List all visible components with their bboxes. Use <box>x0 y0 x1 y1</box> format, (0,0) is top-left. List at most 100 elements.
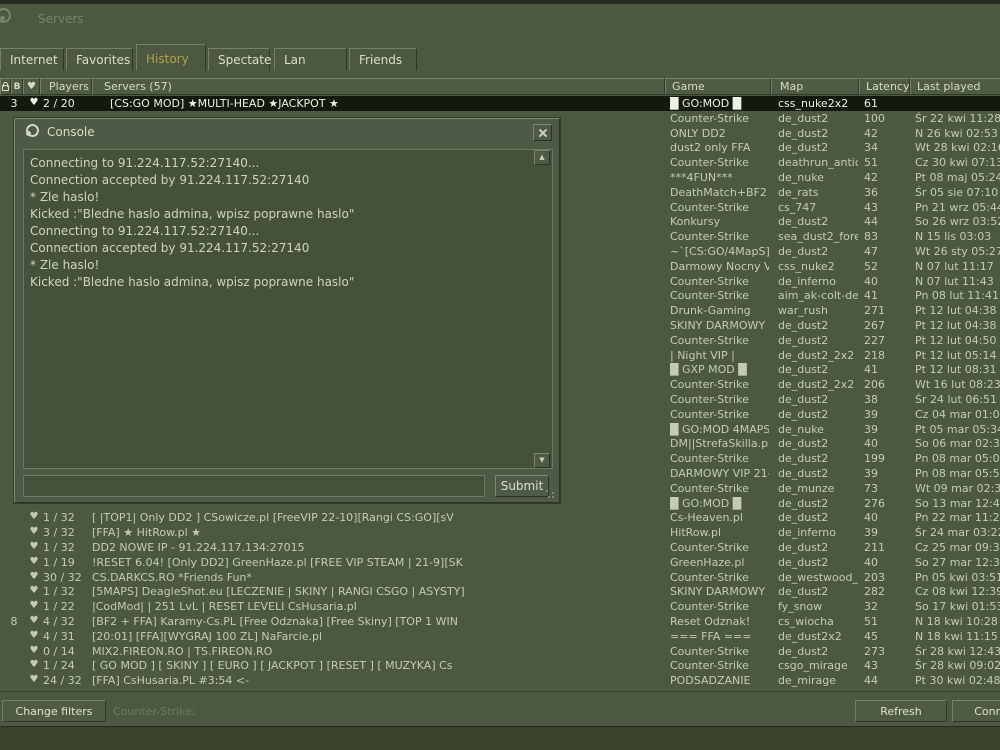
server-row[interactable]: ♥ 1 / 32 DD2 NOWE IP - 91.224.117.134:27… <box>0 540 1000 555</box>
bot-icon: B <box>14 82 21 92</box>
tab[interactable]: Favorites <box>66 48 133 71</box>
game-name: Counter-Strike <box>670 275 769 288</box>
column-game[interactable]: Game <box>665 78 771 95</box>
map-name: war_rush <box>778 304 858 317</box>
server-row[interactable]: 3 ♥ 2 / 20 [CS:GO MOD] ★MULTI-HEAD ★JACK… <box>0 96 1000 111</box>
map-name: de_dust2 <box>778 497 858 510</box>
player-count: 1 / 22 <box>43 600 91 613</box>
scroll-up-icon[interactable]: ▲ <box>534 150 550 165</box>
tab[interactable]: History <box>136 44 206 71</box>
game-name: SKINY DARMOWY VIP <box>670 319 769 332</box>
scroll-down-icon[interactable]: ▼ <box>534 453 550 468</box>
last-played-value: N 15 lis 03:03 <box>915 230 1000 243</box>
server-name: CS.DARKCS.RO *Friends Fun* <box>92 571 664 584</box>
map-name: de_inferno <box>778 275 858 288</box>
column-bots[interactable]: B <box>11 78 23 95</box>
last-played-value: Śr 28 kwi 09:02 <box>915 659 1000 672</box>
column-latency[interactable]: Latency <box>859 78 910 95</box>
game-name: ~`[CS:GO/4MapS]`~ <box>670 245 769 258</box>
console-scrollbar[interactable]: ▲ ▼ <box>534 150 550 468</box>
shield-icon: ♥ <box>26 600 42 611</box>
shield-icon: ♥ <box>26 645 42 656</box>
last-played-value: Pn 21 wrz 05:44 <box>915 201 1000 214</box>
game-name: dust2 only FFA <box>670 141 769 154</box>
last-played-value: So 26 wrz 03:52 <box>915 215 1000 228</box>
console-input[interactable] <box>23 475 485 497</box>
map-name: de_munze <box>778 482 858 495</box>
titlebar[interactable]: Servers <box>0 4 1000 40</box>
latency-value: 267 <box>864 319 908 332</box>
column-players[interactable]: Players <box>40 78 92 95</box>
console-line: * Zle haslo! <box>30 189 528 206</box>
map-name: de_inferno <box>778 526 858 539</box>
last-played-value: N 07 lut 11:17 <box>915 260 1000 273</box>
server-row[interactable]: ♥ 0 / 14 MIX2.FIREON.RO | TS.FIREON.RO C… <box>0 644 1000 659</box>
game-name: ***4FUN*** <box>670 171 769 184</box>
map-name: de_dust2 <box>778 363 858 376</box>
map-name: cs_747 <box>778 201 858 214</box>
tab[interactable]: Friends <box>349 48 417 71</box>
map-name: de_dust2 <box>778 541 858 554</box>
console-titlebar[interactable]: Console <box>15 119 559 145</box>
game-name: === FFA === <box>670 630 769 643</box>
last-played-value: Śr 24 mar 03:22 <box>915 526 1000 539</box>
resize-grip[interactable] <box>546 490 555 499</box>
map-name: de_dust2 <box>778 127 858 140</box>
column-secure[interactable]: ♥ <box>23 78 40 95</box>
latency-value: 199 <box>864 452 908 465</box>
tab[interactable]: Lan <box>274 48 347 71</box>
column-lock[interactable] <box>0 78 11 95</box>
server-row[interactable]: ♥ 30 / 32 CS.DARKCS.RO *Friends Fun* Cou… <box>0 570 1000 585</box>
last-played-value: So 13 mar 12:43 <box>915 497 1000 510</box>
column-servers[interactable]: Servers (57) <box>92 78 665 95</box>
game-name: Counter-Strike <box>670 378 769 391</box>
tab[interactable]: Internet <box>0 48 64 71</box>
server-row[interactable]: ♥ 1 / 32 [ |TOP1| Only DD2 ] CSowicze.pl… <box>0 510 1000 525</box>
shield-icon: ♥ <box>26 659 42 670</box>
game-name: Counter-Strike <box>670 201 769 214</box>
filter-summary: Counter-Strike; <box>113 705 196 718</box>
server-name: [ |TOP1| Only DD2 ] CSowicze.pl [FreeVIP… <box>92 511 664 524</box>
submit-button[interactable]: Submit <box>495 475 549 497</box>
last-played-value: Śr 28 kwi 12:43 <box>915 645 1000 658</box>
tab-label: Friends <box>359 53 402 67</box>
server-row[interactable]: ♥ 3 / 32 [FFA] ★ HitRow.pl ★ HitRow.pl d… <box>0 525 1000 540</box>
column-last-played[interactable]: Last played <box>910 78 1000 95</box>
last-played-value: Pt 08 maj 05:24 <box>915 171 1000 184</box>
change-filters-button[interactable]: Change filters <box>2 700 106 722</box>
server-row[interactable]: 8 ♥ 4 / 32 [BF2 + FFA] Karamy-Cs.PL [Fre… <box>0 614 1000 629</box>
latency-value: 100 <box>864 112 908 125</box>
bot-count: 8 <box>6 615 22 628</box>
refresh-button[interactable]: Refresh <box>855 700 947 722</box>
close-icon[interactable] <box>533 124 552 141</box>
game-name: Counter-Strike <box>670 571 769 584</box>
last-played-value: Śr 22 kwi 11:28 <box>915 112 1000 125</box>
game-name: Counter-Strike <box>670 408 769 421</box>
game-name: Counter-Strike <box>670 482 769 495</box>
server-row[interactable]: ♥ 4 / 31 [20:01] [FFA][WYGRAJ 100 ZL] Na… <box>0 629 1000 644</box>
game-name: Counter-Strike <box>670 289 769 302</box>
last-played-value: Pt 12 lut 05:14 <box>915 349 1000 362</box>
game-name: Counter-Strike <box>670 600 769 613</box>
map-name: de_rats <box>778 186 858 199</box>
tab[interactable]: Spectate <box>208 48 270 71</box>
server-row[interactable]: ♥ 1 / 22 |CodMod| | 251 LvL | RESET LEVE… <box>0 599 1000 614</box>
server-row[interactable]: ♥ 1 / 32 [5MAPS] DeagleShot.eu [LECZENIE… <box>0 584 1000 599</box>
server-row[interactable]: ♥ 1 / 24 [ GO MOD ] [ SKINY ] [ EURO ] [… <box>0 658 1000 673</box>
game-name: Darmowy Nocny Vip <box>670 260 769 273</box>
console-title: Console <box>47 125 95 139</box>
column-map[interactable]: Map <box>771 78 859 95</box>
game-name: GreenHaze.pl <box>670 556 769 569</box>
map-name: de_dust2 <box>778 112 858 125</box>
game-name: Drunk-Gaming <box>670 304 769 317</box>
server-name: [CS:GO MOD] ★MULTI-HEAD ★JACKPOT ★ <box>92 97 664 110</box>
server-name: [20:01] [FFA][WYGRAJ 100 ZL] NaFarcie.pl <box>92 630 664 643</box>
game-name: Counter-Strike <box>670 645 769 658</box>
shield-icon: ♥ <box>26 630 42 641</box>
last-played-value: Pt 12 lut 08:31 <box>915 363 1000 376</box>
server-row[interactable]: ♥ 24 / 32 [FFA] CsHusaria.PL #3:54 <- PO… <box>0 673 1000 688</box>
shield-icon: ♥ <box>26 674 42 685</box>
map-name: de_dust2_2x2 <box>778 378 858 391</box>
connect-button[interactable]: Connect <box>952 700 1000 722</box>
server-row[interactable]: ♥ 1 / 19 !RESET 6.04! [Only DD2] GreenHa… <box>0 555 1000 570</box>
